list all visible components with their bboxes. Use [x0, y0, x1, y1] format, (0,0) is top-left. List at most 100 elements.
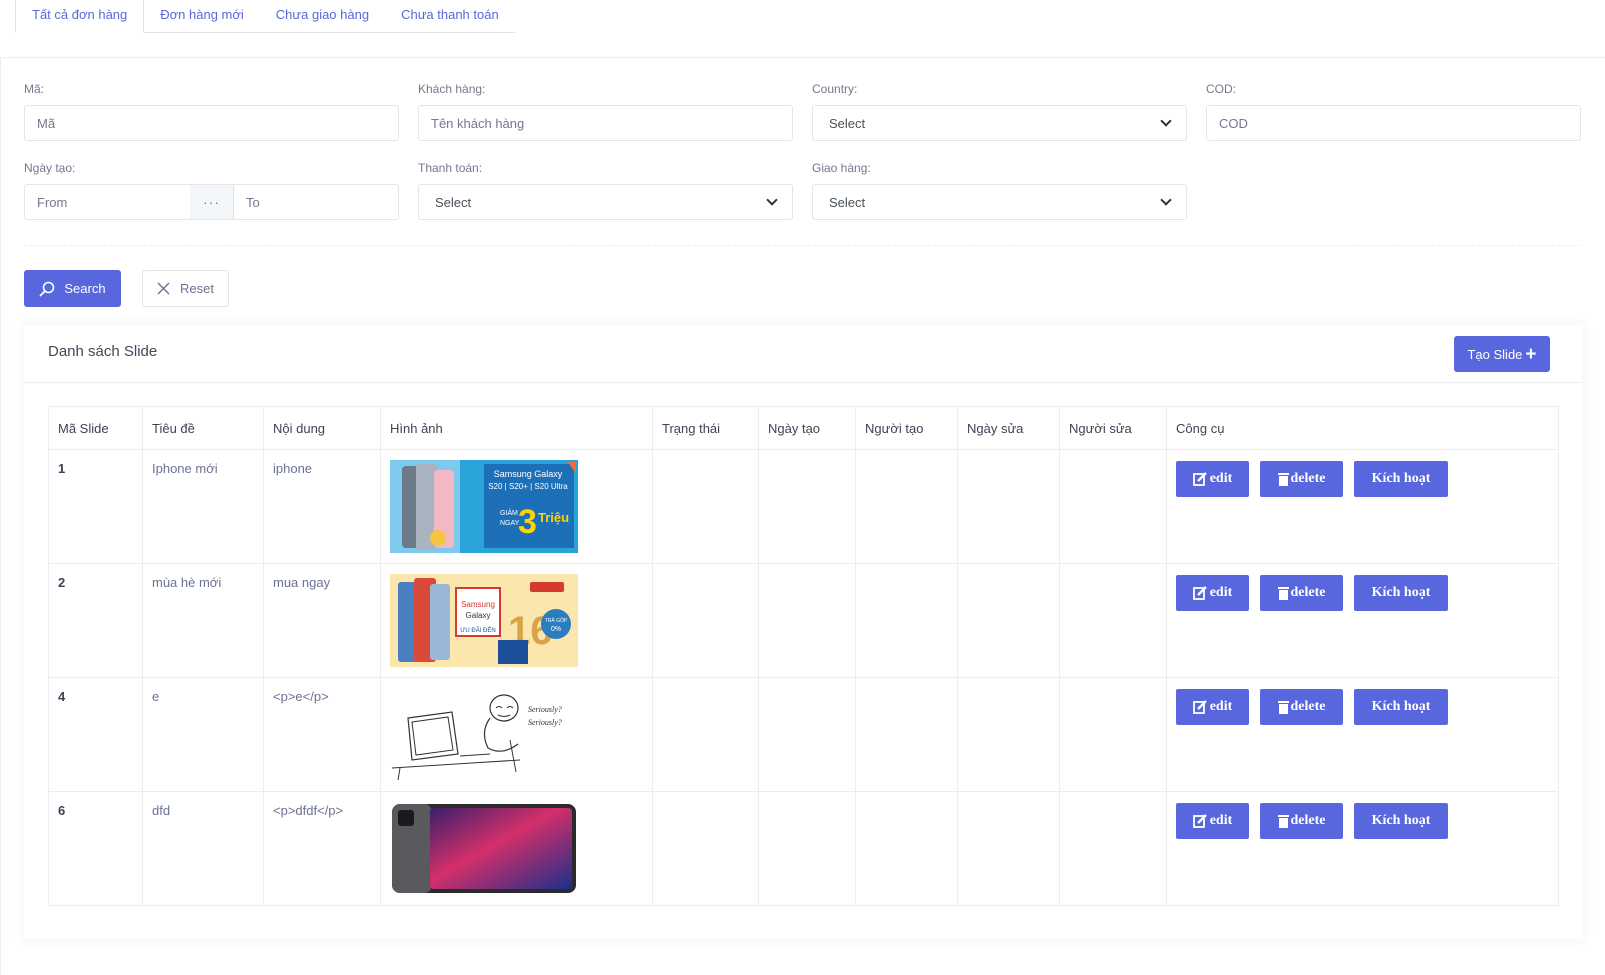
- slide-updated-by: [1059, 449, 1167, 564]
- meme-line2: Seriously?: [528, 718, 562, 727]
- slide-updated-date: [957, 791, 1060, 906]
- country-select[interactable]: Select: [812, 105, 1187, 141]
- edit-icon: [1192, 586, 1207, 600]
- customer-label: Khách hàng:: [418, 82, 486, 96]
- slide-created-date: [758, 449, 856, 564]
- cod-input[interactable]: [1206, 105, 1581, 141]
- delete-button[interactable]: delete: [1260, 689, 1343, 725]
- close-icon: [157, 282, 170, 295]
- slide-updated-by: [1059, 791, 1167, 906]
- banner-s20-line1: Samsung Galaxy: [494, 469, 563, 479]
- search-button[interactable]: Search: [24, 270, 121, 307]
- slide-title: Iphone mới: [142, 449, 264, 564]
- slide-id: 4: [48, 677, 143, 792]
- meme-line1: Seriously?: [528, 705, 562, 714]
- edit-button[interactable]: edit: [1176, 575, 1249, 611]
- edit-icon: [1192, 472, 1207, 486]
- trash-icon: [1277, 815, 1289, 828]
- slide-created-date: [758, 677, 856, 792]
- payment-select[interactable]: Select: [418, 184, 793, 220]
- slide-created-by: [855, 677, 958, 792]
- search-icon: [39, 281, 55, 296]
- col-content: Nội dung: [263, 406, 381, 450]
- slide-created-date: [758, 563, 856, 678]
- tab-list: Tất cả đơn hàng Đơn hàng mới Chưa giao h…: [15, 0, 515, 33]
- slide-tools: edit delete Kích hoạt: [1166, 677, 1559, 792]
- slide-content: <p>dfdf</p>: [263, 791, 381, 906]
- delete-button[interactable]: delete: [1260, 461, 1343, 497]
- col-created-by: Người tạo: [855, 406, 958, 450]
- delivery-select-value: Select: [829, 194, 866, 210]
- slide-created-by: [855, 449, 958, 564]
- slide-status: [652, 791, 759, 906]
- chevron-down-icon: [1160, 115, 1172, 127]
- tab-new-orders[interactable]: Đơn hàng mới: [144, 0, 260, 33]
- slide-id: 6: [48, 791, 143, 906]
- edit-label: edit: [1209, 813, 1233, 828]
- delete-label: delete: [1290, 585, 1326, 600]
- create-slide-button[interactable]: Tạo Slide +: [1454, 336, 1550, 372]
- tab-unpaid[interactable]: Chưa thanh toán: [385, 0, 515, 33]
- reset-button[interactable]: Reset: [142, 270, 229, 307]
- banner-a-galaxy: Galaxy: [466, 611, 491, 620]
- date-range-separator: ···: [190, 184, 233, 220]
- date-from-input[interactable]: [24, 184, 191, 220]
- trash-icon: [1277, 473, 1289, 486]
- slide-tools: edit delete Kích hoạt: [1166, 563, 1559, 678]
- col-updated-by: Người sửa: [1059, 406, 1167, 450]
- slide-title: mùa hè mới: [142, 563, 264, 678]
- slide-status: [652, 449, 759, 564]
- banner-a-uudai: ƯU ĐÃI ĐẾN: [460, 627, 495, 634]
- banner-a-brand: Samsung: [461, 600, 495, 609]
- slide-updated-date: [957, 677, 1060, 792]
- slide-image-cell: Samsung Galaxy ƯU ĐÃI ĐẾN 16 TRẢ GÓP 0%: [380, 563, 653, 678]
- activate-button[interactable]: Kích hoạt: [1354, 461, 1448, 497]
- seriously-meme-sketch-image: Seriously? Seriously?: [390, 688, 578, 781]
- trash-icon: [1277, 587, 1289, 600]
- activate-button[interactable]: Kích hoạt: [1354, 575, 1448, 611]
- slide-image-cell: [380, 791, 653, 906]
- activate-button[interactable]: Kích hoạt: [1354, 803, 1448, 839]
- col-created-date: Ngày tạo: [758, 406, 856, 450]
- code-label: Mã:: [24, 82, 45, 96]
- edit-label: edit: [1209, 699, 1233, 714]
- banner-s20-ngay: NGAY: [500, 520, 520, 527]
- delete-label: delete: [1290, 471, 1326, 486]
- edit-icon: [1192, 700, 1207, 714]
- tab-all-orders[interactable]: Tất cả đơn hàng: [15, 0, 145, 33]
- table-row: 6 dfd <p>dfdf</p> edit delete Kích hoạt: [48, 791, 1559, 906]
- edit-button[interactable]: edit: [1176, 803, 1249, 839]
- banner-s20-big: 3: [518, 503, 537, 541]
- slide-id: 2: [48, 563, 143, 678]
- col-tools: Công cụ: [1166, 406, 1559, 450]
- edit-button[interactable]: edit: [1176, 461, 1249, 497]
- slide-title: e: [142, 677, 264, 792]
- activate-button[interactable]: Kích hoạt: [1354, 689, 1448, 725]
- delete-button[interactable]: delete: [1260, 803, 1343, 839]
- edit-label: edit: [1209, 585, 1233, 600]
- card-title: Danh sách Slide: [48, 343, 158, 360]
- slide-content: mua ngay: [263, 563, 381, 678]
- table-row: 2 mùa hè mới mua ngay Samsung Galaxy ƯU …: [48, 563, 1559, 678]
- slide-status: [652, 677, 759, 792]
- slide-created-by: [855, 563, 958, 678]
- slide-image-cell: Samsung Galaxy S20 | S20+ | S20 Ultra GI…: [380, 449, 653, 564]
- cod-label: COD:: [1206, 82, 1236, 96]
- date-to-input[interactable]: [233, 184, 399, 220]
- edit-button[interactable]: edit: [1176, 689, 1249, 725]
- col-status: Trạng thái: [652, 406, 759, 450]
- delivery-select[interactable]: Select: [812, 184, 1187, 220]
- content-left-border: [0, 58, 1, 975]
- search-button-label: Search: [64, 281, 106, 296]
- samsung-galaxy-16-banner-image: Samsung Galaxy ƯU ĐÃI ĐẾN 16 TRẢ GÓP 0%: [390, 574, 578, 667]
- plus-icon: +: [1525, 343, 1537, 365]
- slide-tools: edit delete Kích hoạt: [1166, 449, 1559, 564]
- delete-button[interactable]: delete: [1260, 575, 1343, 611]
- tab-not-delivered[interactable]: Chưa giao hàng: [260, 0, 385, 33]
- customer-input[interactable]: [418, 105, 793, 141]
- delete-label: delete: [1290, 813, 1326, 828]
- code-input[interactable]: [24, 105, 399, 141]
- slide-status: [652, 563, 759, 678]
- created-date-label: Ngày tạo:: [24, 161, 76, 175]
- reset-button-label: Reset: [180, 281, 214, 296]
